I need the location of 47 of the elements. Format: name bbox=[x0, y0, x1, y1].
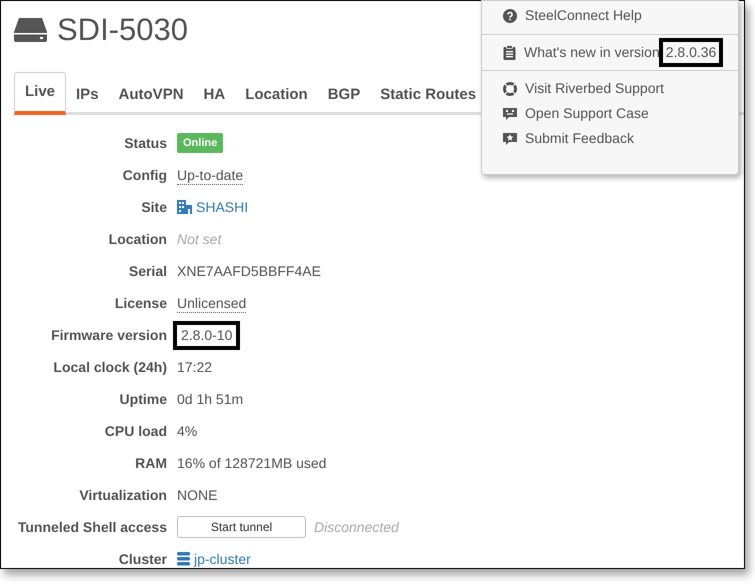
star-comment-icon bbox=[503, 132, 517, 146]
detail-value: 0d 1h 51m bbox=[177, 390, 244, 408]
detail-value: NONE bbox=[177, 486, 218, 504]
site-link[interactable]: SHASHI bbox=[196, 196, 248, 218]
detail-label: Status bbox=[123, 134, 167, 152]
detail-value: 4% bbox=[177, 422, 198, 440]
status-link[interactable]: Up-to-date bbox=[177, 166, 244, 184]
location-value: Not set bbox=[177, 230, 222, 248]
detail-label: Virtualization bbox=[78, 486, 167, 504]
status-badge: Online bbox=[177, 132, 224, 154]
status-link[interactable]: Unlicensed bbox=[177, 294, 246, 312]
detail-label: Firmware version bbox=[50, 326, 167, 344]
tab[interactable]: Location bbox=[235, 75, 318, 115]
detail-label: License bbox=[114, 294, 167, 312]
tab[interactable]: BGP bbox=[318, 75, 370, 115]
detail-label: Tunneled Shell access bbox=[16, 518, 167, 536]
detail-label: Config bbox=[122, 166, 167, 184]
detail-label: Cluster bbox=[118, 550, 167, 568]
detail-label: CPU load bbox=[104, 422, 167, 440]
detail-label: RAM bbox=[134, 454, 167, 472]
device-icon bbox=[14, 18, 47, 42]
chat-icon bbox=[503, 106, 517, 120]
detail-value: 2.8.0-10 bbox=[181, 326, 232, 344]
tab[interactable]: HA bbox=[194, 75, 236, 115]
detail-value: 16% of 128721MB used bbox=[177, 454, 326, 472]
database-icon bbox=[177, 552, 190, 566]
menu-item[interactable]: What's new in version 2.8.0.36 bbox=[482, 40, 738, 65]
tunnel-status: Disconnected bbox=[314, 518, 399, 536]
detail-value: XNE7AAFD5BBFF4AE bbox=[177, 262, 321, 280]
tab[interactable]: IPs bbox=[66, 75, 109, 115]
detail-value: 17:22 bbox=[177, 358, 212, 376]
lifebuoy-icon bbox=[503, 82, 517, 96]
device-title: SDI-5030 bbox=[57, 11, 188, 49]
detail-label: Uptime bbox=[118, 390, 167, 408]
tab[interactable]: Live bbox=[14, 72, 66, 115]
cluster-link[interactable]: jp-cluster bbox=[194, 548, 251, 570]
building-icon bbox=[177, 200, 192, 214]
tab[interactable]: AutoVPN bbox=[108, 75, 194, 115]
clipboard-icon bbox=[503, 45, 516, 60]
detail-label: Site bbox=[140, 198, 167, 216]
detail-label: Location bbox=[108, 230, 167, 248]
menu-item[interactable]: SteelConnect Help bbox=[482, 3, 738, 28]
help-icon bbox=[503, 8, 517, 22]
menu-item[interactable]: Submit Feedback bbox=[482, 126, 738, 151]
detail-label: Local clock (24h) bbox=[52, 358, 167, 376]
start-tunnel-button[interactable]: Start tunnel bbox=[177, 516, 306, 538]
detail-label: Serial bbox=[128, 262, 167, 280]
